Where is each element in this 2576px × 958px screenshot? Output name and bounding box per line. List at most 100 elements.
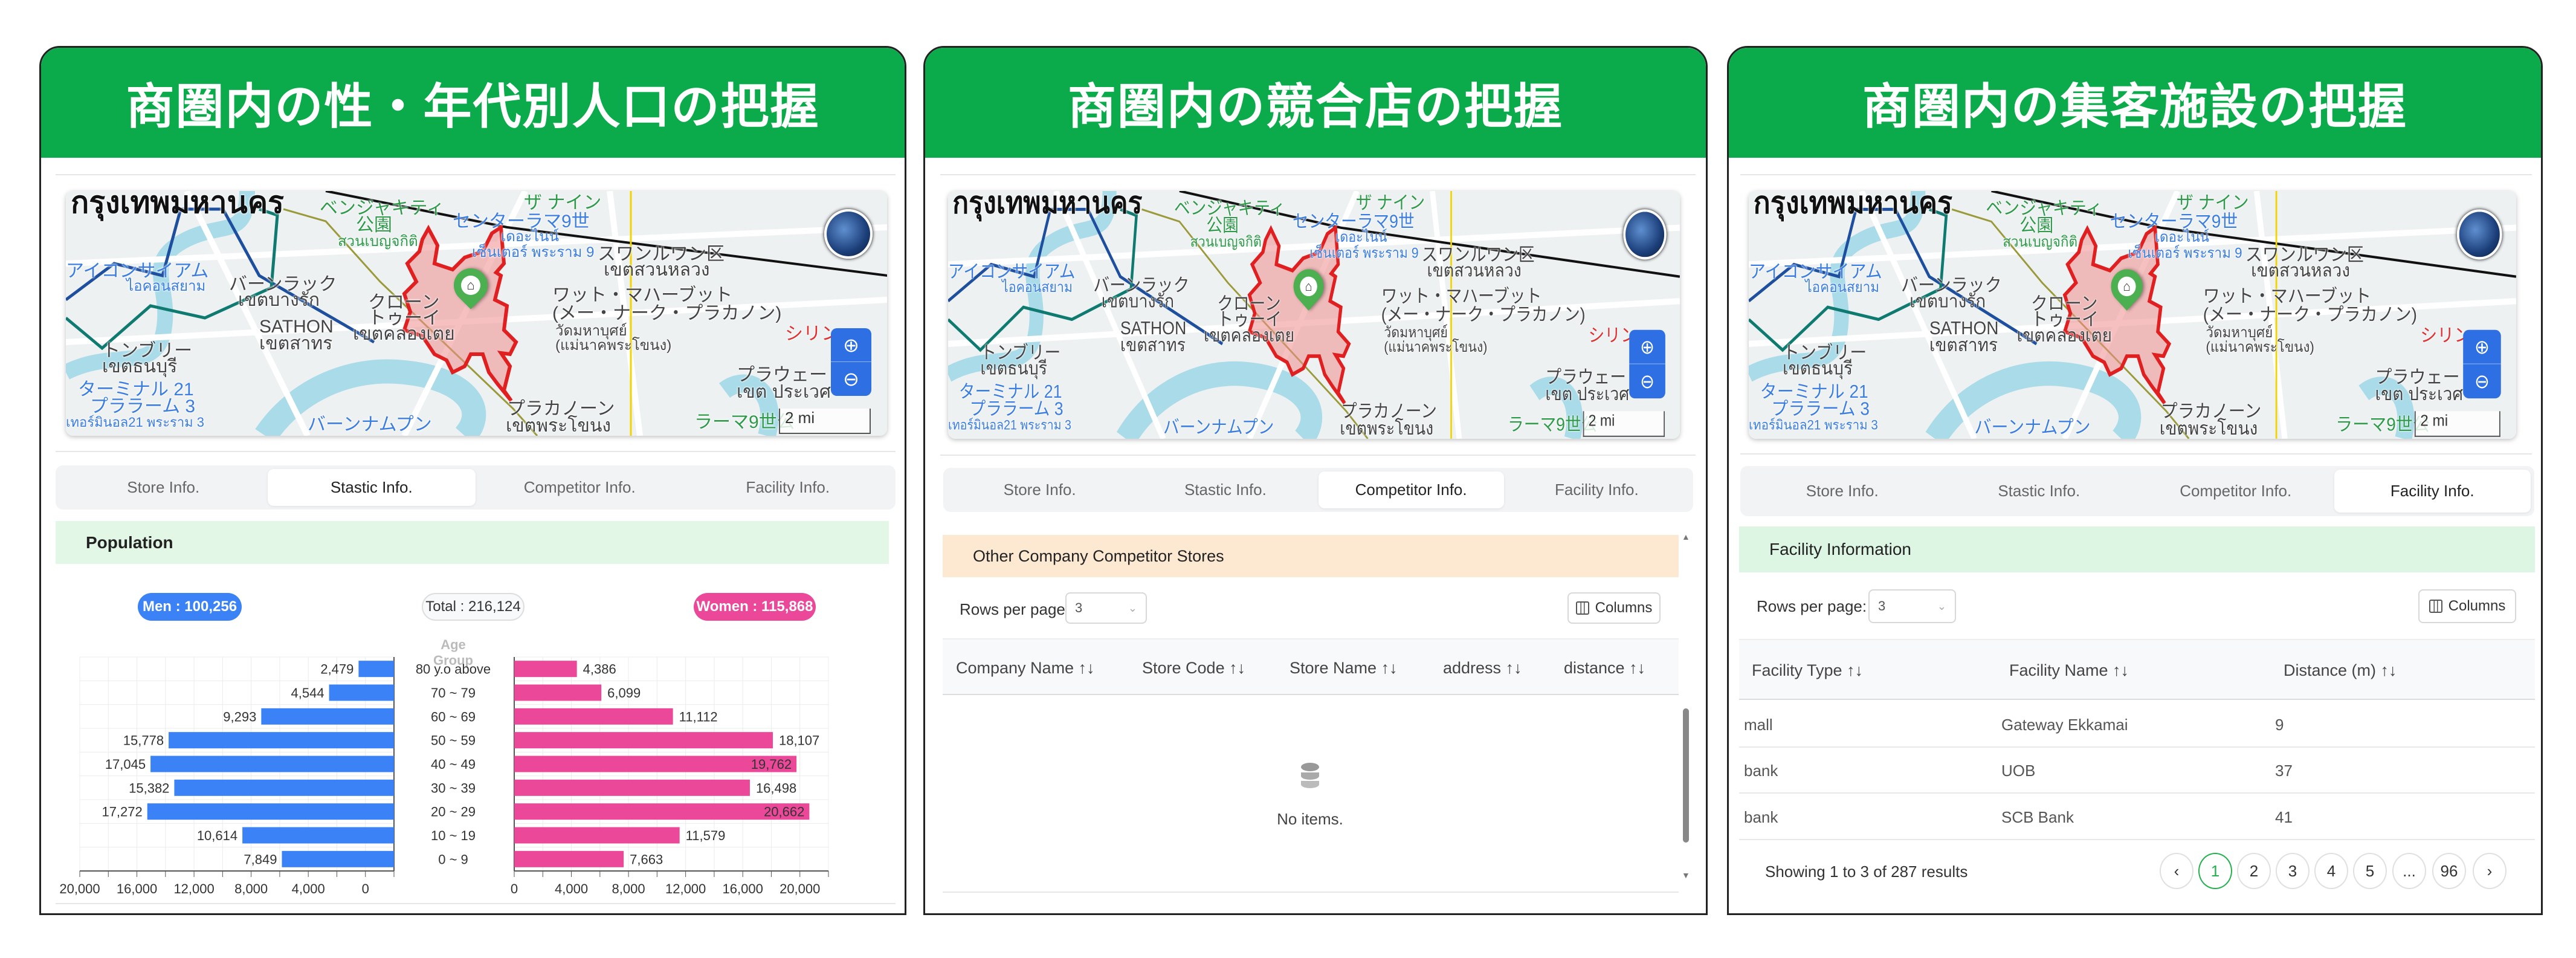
map-label: ไอคอนสยาม — [1805, 279, 1880, 296]
women-bar — [514, 779, 750, 796]
men-value-label: 17,045 — [105, 757, 146, 772]
map-canvas[interactable]: กรุงเทพมหานคร ザ ナイン ベンジャキティ 公園 สวนเบญจกิ… — [1749, 191, 2516, 439]
rows-per-page-select[interactable]: 3 ⌄ — [1065, 592, 1147, 624]
tab-stastic-info[interactable]: Stastic Info. — [1941, 470, 2138, 513]
rows-per-page-label: Rows per page: — [1757, 597, 1867, 615]
map-label: เขตธนบุรี — [980, 358, 1048, 379]
pagination-page[interactable]: 3 — [2276, 853, 2310, 889]
men-value-label: 15,778 — [123, 733, 164, 748]
map[interactable]: กรุงเทพมหานคร ザ ナイン ベンジャキティ 公園 สวนเบญจกิ… — [1749, 191, 2516, 439]
age-group-label: 50 ~ 59 — [431, 733, 476, 748]
map-label: バーンナムプン — [1974, 417, 2091, 438]
map-label: ไอคอนสยาม — [1002, 279, 1073, 296]
age-group-label: 0 ~ 9 — [438, 852, 468, 867]
men-axis-tick-label: 0 — [362, 881, 369, 896]
women-axis-tick-label: 20,000 — [780, 881, 820, 896]
map-label: プララーム 3 — [1771, 399, 1870, 419]
tab-store-info[interactable]: Store Info. — [1744, 470, 1941, 513]
column-header-address[interactable]: address ↑↓ — [1443, 659, 1522, 678]
columns-label: Columns — [2448, 598, 2506, 614]
tab-facility-info[interactable]: Facility Info. — [2334, 470, 2531, 513]
map-label: ザ ナイン — [1355, 193, 1425, 213]
age-group-label: 70 ~ 79 — [431, 685, 476, 701]
women-axis-tick-label: 12,000 — [665, 881, 706, 896]
column-header-store-name[interactable]: Store Name ↑↓ — [1290, 659, 1398, 678]
cell-facility-type: bank — [1744, 762, 1778, 780]
column-header-distance[interactable]: distance ↑↓ — [1564, 659, 1645, 678]
pagination-prev[interactable]: ‹ — [2160, 853, 2193, 889]
map-label: วัดมหาบุศย์ — [2206, 324, 2273, 341]
column-header-facility-type[interactable]: Facility Type ↑↓ — [1752, 661, 1863, 680]
zoom-in-button[interactable]: ⊕ — [2463, 329, 2501, 364]
women-axis-tick-label: 8,000 — [612, 881, 645, 896]
tab-competitor-info[interactable]: Competitor Info. — [2137, 470, 2334, 513]
women-value-label: 11,112 — [679, 709, 718, 724]
sort-icon: ↑↓ — [1381, 659, 1398, 677]
columns-icon — [1575, 601, 1589, 615]
age-group-label: 40 ~ 49 — [431, 757, 476, 772]
age-group-label: 60 ~ 69 — [431, 709, 476, 724]
women-bar — [514, 850, 624, 867]
pagination-next[interactable]: › — [2473, 853, 2507, 889]
map-canvas[interactable]: กรุงเทพมหานคร ザ ナイン ベンジャキティ 公園 สวนเบญจกิ… — [948, 191, 1680, 439]
sort-icon: ↑↓ — [1505, 659, 1522, 677]
tab-stastic-info[interactable]: Stastic Info. — [1132, 471, 1318, 508]
rows-per-page-select[interactable]: 3 ⌄ — [1868, 589, 1956, 623]
columns-button[interactable]: Columns — [1567, 592, 1661, 624]
age-group-label: 30 ~ 39 — [431, 780, 476, 795]
map-label: เทอร์มินอล21 พระราม 3 — [948, 417, 1071, 433]
zoom-out-button[interactable]: ⊖ — [2463, 364, 2501, 399]
women-value-label: 6,099 — [607, 685, 641, 701]
scrollbar[interactable]: ▲ ▼ — [1681, 532, 1691, 882]
tab-facility-info[interactable]: Facility Info. — [1504, 471, 1690, 508]
scrollbar-thumb[interactable] — [1683, 708, 1689, 843]
men-value-label: 2,479 — [320, 662, 353, 677]
pagination-page[interactable]: 4 — [2314, 853, 2348, 889]
map-city-title: กรุงเทพมหานคร — [952, 191, 1143, 220]
women-value-label: 16,498 — [756, 780, 796, 795]
column-header-distance[interactable]: Distance (m) ↑↓ — [2284, 661, 2397, 680]
map-label: เขตบางรัก — [1101, 291, 1175, 312]
tab-competitor-info[interactable]: Competitor Info. — [1318, 471, 1504, 508]
scroll-up-icon[interactable]: ▲ — [1682, 532, 1690, 542]
map-label: (แม่นาคพระโขนง) — [2206, 338, 2314, 356]
scroll-down-icon[interactable]: ▼ — [1682, 870, 1690, 880]
map-label: เดอะไนน์ — [2155, 228, 2209, 246]
tab-bar: Store Info. Stastic Info. Competitor Inf… — [1740, 466, 2534, 516]
pagination-page[interactable]: 2 — [2237, 853, 2271, 889]
pagination-page[interactable]: 5 — [2353, 853, 2387, 889]
women-axis-tick-label: 0 — [511, 881, 518, 896]
men-value-label: 15,382 — [129, 780, 169, 795]
column-header-store-code[interactable]: Store Code ↑↓ — [1142, 659, 1245, 678]
column-header-facility-name[interactable]: Facility Name ↑↓ — [2009, 661, 2129, 680]
map-label: ザ ナイン — [2176, 193, 2249, 213]
map-label: (メー・ナーク・プラカノン) — [1381, 305, 1586, 325]
map-label: 公園 — [2019, 215, 2054, 236]
rows-per-page-label: Rows per page: — [960, 600, 1070, 618]
zoom-in-button[interactable]: ⊕ — [1629, 329, 1665, 364]
zoom-out-button[interactable]: ⊖ — [1629, 364, 1665, 399]
globe-layer-button[interactable] — [1623, 209, 1667, 260]
pagination-page[interactable]: 1 — [2198, 853, 2232, 889]
map-scale: 2 mi — [2414, 411, 2500, 437]
map-label: เทอร์มินอล21 พระราม 3 — [1749, 417, 1878, 433]
map[interactable]: กรุงเทพมหานคร ザ ナイン ベンジャキティ 公園 สวนเบญจกิ… — [948, 191, 1680, 439]
age-group-label: 20 ~ 29 — [431, 804, 476, 820]
women-value-label: 18,107 — [779, 733, 819, 748]
women-bar — [514, 827, 680, 844]
database-icon — [1301, 763, 1319, 789]
map-label: เขตธนบุรี — [1783, 358, 1853, 379]
women-bar — [514, 661, 577, 678]
globe-layer-button[interactable] — [2456, 209, 2502, 260]
pagination-page[interactable]: 96 — [2432, 853, 2466, 889]
columns-button[interactable]: Columns — [2418, 589, 2516, 623]
rows-per-page-value: 3 — [1878, 598, 1886, 613]
map-label: เขต ประเวศ — [1545, 384, 1630, 405]
map-label: プララーム 3 — [969, 399, 1064, 419]
men-bar — [358, 661, 394, 678]
column-header-company-name[interactable]: Company Name ↑↓ — [956, 659, 1095, 678]
panel-title: 商圏内の競合店の把握 — [925, 48, 1706, 158]
map-label: เขตสาทร — [1929, 335, 1998, 356]
tab-store-info[interactable]: Store Info. — [947, 471, 1132, 508]
women-value-label: 4,386 — [583, 662, 616, 677]
